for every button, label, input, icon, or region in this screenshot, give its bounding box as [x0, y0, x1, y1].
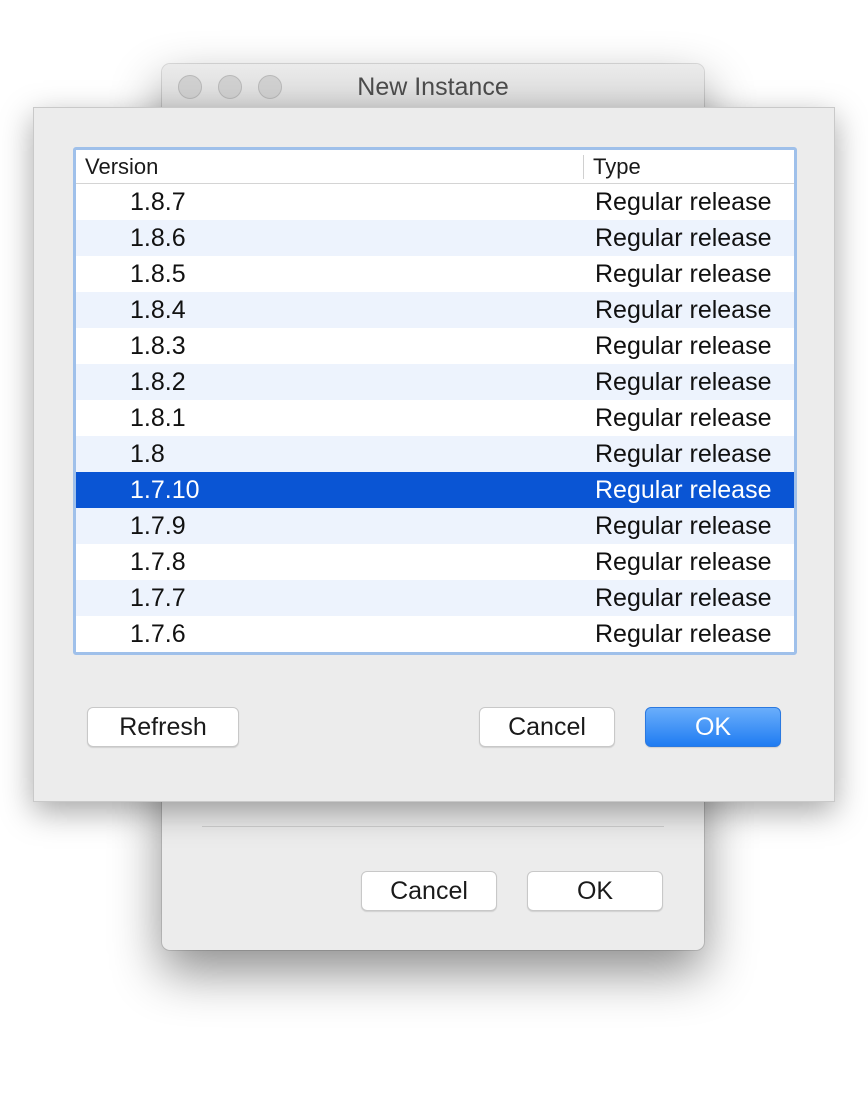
version-cell: 1.8.3: [130, 332, 186, 360]
instance-ok-button[interactable]: OK: [527, 871, 663, 911]
type-cell: Regular release: [595, 332, 772, 360]
table-row[interactable]: 1.7.7 Regular release: [76, 580, 794, 616]
type-cell: Regular release: [595, 512, 772, 540]
dialog-separator: [202, 826, 664, 827]
table-row[interactable]: 1.7.9 Regular release: [76, 508, 794, 544]
version-cell: 1.8.1: [130, 404, 186, 432]
version-cell: 1.7.9: [130, 512, 186, 540]
version-table[interactable]: Version Type 1.8.7 Regular release 1.8.6 Re…: [73, 147, 797, 655]
version-cell: 1.7.10: [130, 476, 200, 504]
type-cell: Regular release: [595, 260, 772, 288]
cancel-button[interactable]: Cancel: [479, 707, 615, 747]
refresh-button[interactable]: Refresh: [87, 707, 239, 747]
table-row[interactable]: 1.8.3 Regular release: [76, 328, 794, 364]
ok-button[interactable]: OK: [645, 707, 781, 747]
version-cell: 1.8.5: [130, 260, 186, 288]
column-header-version[interactable]: Version: [85, 150, 158, 184]
column-divider[interactable]: [583, 155, 584, 179]
table-row[interactable]: 1.8.2 Regular release: [76, 364, 794, 400]
table-row[interactable]: 1.8 Regular release: [76, 436, 794, 472]
type-cell: Regular release: [595, 404, 772, 432]
version-cell: 1.7.6: [130, 620, 186, 648]
version-cell: 1.7.7: [130, 584, 186, 612]
version-select-sheet: Version Type 1.8.7 Regular release 1.8.6 Re…: [33, 107, 835, 802]
table-row[interactable]: 1.8.1 Regular release: [76, 400, 794, 436]
version-cell: 1.8.6: [130, 224, 186, 252]
type-cell: Regular release: [595, 548, 772, 576]
table-row[interactable]: 1.7.8 Regular release: [76, 544, 794, 580]
instance-cancel-button[interactable]: Cancel: [361, 871, 497, 911]
version-cell: 1.8: [130, 440, 165, 468]
type-cell: Regular release: [595, 224, 772, 252]
table-header: Version Type: [76, 150, 794, 184]
table-row[interactable]: 1.7.6 Regular release: [76, 616, 794, 652]
table-row[interactable]: 1.7.10 Regular release: [76, 472, 794, 508]
table-row[interactable]: 1.8.6 Regular release: [76, 220, 794, 256]
type-cell: Regular release: [595, 368, 772, 396]
version-cell: 1.8.2: [130, 368, 186, 396]
type-cell: Regular release: [595, 620, 772, 648]
table-row[interactable]: 1.8.4 Regular release: [76, 292, 794, 328]
window-title: New Instance: [357, 73, 509, 101]
version-cell: 1.8.7: [130, 188, 186, 216]
type-cell: Regular release: [595, 296, 772, 324]
type-cell: Regular release: [595, 476, 772, 504]
type-cell: Regular release: [595, 440, 772, 468]
table-body: 1.8.7 Regular release 1.8.6 Regular release…: [76, 184, 794, 652]
type-cell: Regular release: [595, 188, 772, 216]
version-cell: 1.8.4: [130, 296, 186, 324]
table-row[interactable]: 1.8.7 Regular release: [76, 184, 794, 220]
type-cell: Regular release: [595, 584, 772, 612]
column-header-type[interactable]: Type: [593, 150, 641, 184]
title-bar[interactable]: New Instance: [162, 64, 704, 109]
version-cell: 1.7.8: [130, 548, 186, 576]
table-row[interactable]: 1.8.5 Regular release: [76, 256, 794, 292]
